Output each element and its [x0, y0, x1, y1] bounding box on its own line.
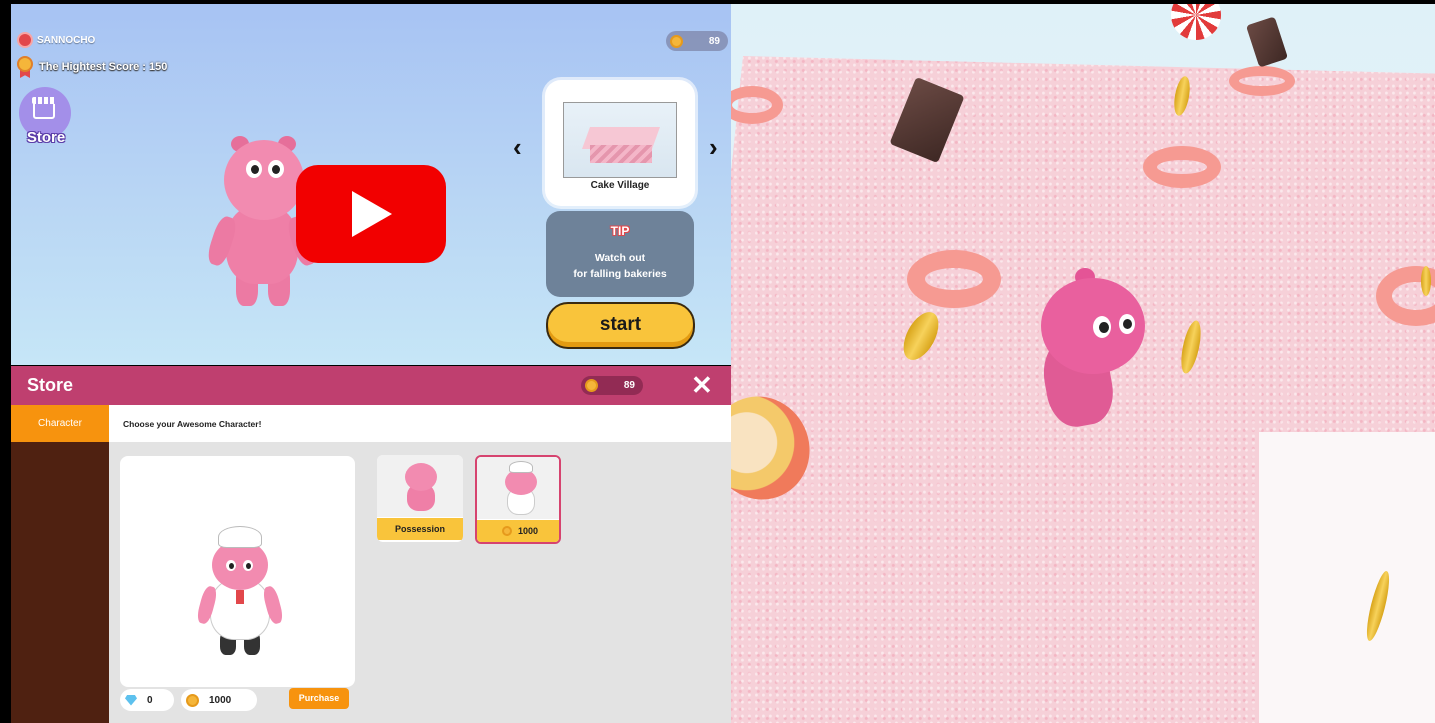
medal-icon: [15, 56, 35, 78]
coin-icon: [585, 379, 598, 392]
character-card-chef[interactable]: 1000: [475, 455, 561, 544]
character-preview: [120, 456, 355, 687]
store-coin-count: 89: [623, 380, 635, 391]
coin-icon: [186, 693, 199, 707]
player-avatar-icon: [17, 32, 33, 48]
chef-hat-icon: [218, 526, 262, 548]
player-hippo: [1031, 266, 1151, 436]
donut-ring: [1229, 66, 1295, 96]
coin-icon: [501, 526, 512, 536]
screenshot-collage: SANNOCHO The Hightest Score : 150 89 Sto…: [0, 0, 1435, 723]
purchase-button[interactable]: Purchase: [289, 688, 349, 709]
store-coin-counter: 89: [581, 376, 643, 395]
chef-hat-icon: [509, 461, 533, 473]
youtube-play-icon: [352, 191, 392, 237]
store-sidebar: [11, 405, 109, 723]
chef-hippo-preview: [195, 526, 285, 656]
close-icon[interactable]: ✕: [691, 370, 713, 401]
store-button-label: Store: [26, 129, 66, 146]
donut-ring: [1143, 146, 1221, 188]
peppermint-candy: [1171, 4, 1221, 40]
character-card-label: Possession: [377, 518, 463, 540]
store-title: Store: [27, 375, 74, 395]
coin-counter: 89: [666, 31, 728, 51]
store-button[interactable]: Store: [17, 87, 71, 147]
donut-ring: [907, 250, 1001, 308]
store-subtitle: Choose your Awesome Character!: [123, 419, 262, 429]
map-name: Cake Village: [590, 180, 650, 191]
tab-character[interactable]: Character: [11, 405, 109, 442]
character-card-price: 1000: [477, 520, 559, 542]
game-menu-screen: SANNOCHO The Hightest Score : 150 89 Sto…: [11, 4, 731, 365]
gameplay-scene: [731, 4, 1435, 723]
map-prev-arrow[interactable]: ‹: [513, 132, 522, 163]
gold-coin: [1421, 266, 1431, 296]
tip-title: TIP: [610, 224, 630, 238]
tip-card: TIP Watch out for falling bakeries: [546, 211, 694, 297]
store-screen: Store 89 ✕ Character Choose your Awesome…: [11, 366, 731, 723]
character-price: 1000: [517, 526, 539, 536]
store-icon: [32, 97, 56, 119]
start-button[interactable]: start: [546, 302, 695, 349]
player-info: SANNOCHO: [17, 32, 95, 48]
map-select-card[interactable]: Cake Village: [545, 80, 695, 206]
map-thumbnail: [563, 102, 677, 178]
tip-line-1: Watch out: [594, 252, 646, 264]
store-subtitle-bar: Choose your Awesome Character!: [109, 405, 731, 442]
character-card-default[interactable]: Possession: [377, 455, 463, 542]
highest-score-text: The Hightest Score : 150: [39, 61, 168, 73]
player-name: SANNOCHO: [37, 34, 96, 46]
map-next-arrow[interactable]: ›: [709, 132, 718, 163]
gem-balance: 0: [120, 689, 174, 711]
youtube-play-button[interactable]: [296, 165, 446, 263]
gem-count: 0: [147, 694, 153, 706]
gem-icon: [125, 694, 137, 706]
highest-score: The Hightest Score : 150: [15, 56, 167, 78]
tip-line-2: for falling bakeries: [573, 268, 667, 280]
coin-balance-value: 1000: [209, 694, 232, 706]
white-floor-tile: [1259, 432, 1435, 723]
coin-balance: 1000: [181, 689, 257, 711]
store-header: Store 89 ✕: [11, 366, 731, 405]
coin-icon: [670, 34, 683, 48]
chocolate-block: [1245, 16, 1289, 68]
coin-count: 89: [708, 35, 720, 47]
